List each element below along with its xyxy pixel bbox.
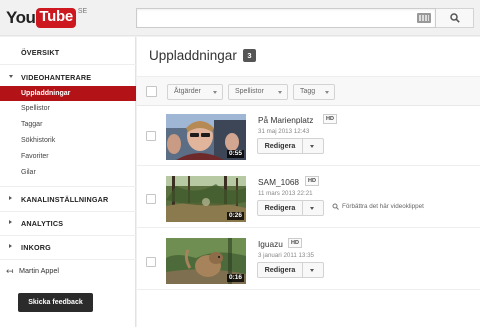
caret-down-icon [213,91,217,94]
video-title[interactable]: Iguazu [258,239,283,249]
video-duration: 0:26 [226,212,244,220]
video-row: 0:55 På Marienplatz HD 31 maj 2013 12:43… [137,107,480,166]
keyboard-icon[interactable] [417,13,431,23]
video-title[interactable]: På Marienplatz [258,115,313,125]
back-arrow-icon: ↤ [6,266,14,276]
hd-badge: HD [323,114,337,124]
video-date: 11 mars 2013 22:21 [258,190,313,197]
caret-down-icon [325,91,329,94]
hd-badge: HD [288,238,302,248]
sidebar-item-playlists[interactable]: Spellistor [0,105,136,112]
magnify-icon [332,203,339,210]
main-content: Uppladdningar 3 Åtgärder Spellistor Tagg [137,37,480,327]
video-date: 3 januari 2011 13:35 [258,252,314,259]
tags-label: Tagg [300,88,316,95]
edit-options-dropdown[interactable] [303,138,324,154]
send-feedback-button[interactable]: Skicka feedback [18,293,93,312]
sidebar-item-analytics[interactable]: ANALYTICS [0,219,136,228]
video-thumbnail[interactable]: 0:26 [166,176,246,222]
sidebar: ÖVERSIKT VIDEOHANTERARE Uppladdningar Sp… [0,37,136,327]
chevron-down-icon [9,75,13,78]
sidebar-item-channel-settings[interactable]: KANALINSTÄLLNINGAR [0,195,136,204]
logo-text-tube: Tube [36,8,76,28]
actions-dropdown[interactable]: Åtgärder [167,84,223,100]
youtube-logo[interactable]: You Tube SE [6,8,87,28]
video-row: 0:26 SAM_1068 HD 11 mars 2013 22:21 Redi… [137,169,480,228]
edit-button[interactable]: Redigera [257,262,303,278]
caret-down-icon [278,91,282,94]
video-date: 31 maj 2013 12:43 [258,128,310,135]
sidebar-item-inbox[interactable]: INKORG [0,243,136,252]
sidebar-item-label: INKORG [21,243,51,252]
sidebar-divider [0,211,136,212]
edit-button[interactable]: Redigera [257,200,303,216]
improve-video-link[interactable]: Förbättra det här videoklippet [342,203,424,210]
edit-options-dropdown[interactable] [303,262,324,278]
edit-options-dropdown[interactable] [303,200,324,216]
video-duration: 0:16 [226,274,244,282]
video-row: 0:16 Iguazu HD 3 januari 2011 13:35 Redi… [137,231,480,290]
sidebar-item-favorites[interactable]: Favoriter [0,153,136,160]
sidebar-item-likes[interactable]: Gilar [0,169,136,176]
playlists-label: Spellistor [235,88,264,95]
search-input[interactable] [136,8,436,28]
sidebar-item-label: ANALYTICS [21,219,64,228]
logo-region-label: SE [77,8,88,15]
user-name: Martin Appel [19,266,59,275]
chevron-right-icon [9,220,12,224]
sidebar-item-search-history[interactable]: Sökhistorik [0,137,136,144]
sidebar-item-label: KANALINSTÄLLNINGAR [21,195,109,204]
video-checkbox[interactable] [146,257,156,267]
sidebar-item-uploads[interactable]: Uppladdningar [0,86,136,101]
select-all-checkbox[interactable] [146,86,157,97]
chevron-right-icon [9,196,12,200]
hd-badge: HD [305,176,319,186]
logo-text-you: You [6,8,36,27]
sidebar-item-tags[interactable]: Taggar [0,121,136,128]
video-thumbnail[interactable]: 0:16 [166,238,246,284]
chevron-right-icon [9,244,12,248]
sidebar-item-label: VIDEOHANTERARE [21,73,92,82]
actions-label: Åtgärder [174,88,201,95]
sidebar-divider [0,186,136,187]
sidebar-item-video-manager[interactable]: VIDEOHANTERARE [0,73,136,82]
sidebar-divider [0,235,136,236]
search-icon [450,13,460,23]
search-button[interactable] [436,8,474,28]
sidebar-divider [0,259,136,260]
video-thumbnail[interactable]: 0:55 [166,114,246,160]
bulk-action-toolbar: Åtgärder Spellistor Tagg [137,76,480,106]
sidebar-item-overview[interactable]: ÖVERSIKT [0,48,136,57]
video-checkbox[interactable] [146,131,156,141]
edit-button[interactable]: Redigera [257,138,303,154]
page-title: Uppladdningar [149,48,237,63]
masthead: You Tube SE [0,0,480,36]
playlists-dropdown[interactable]: Spellistor [228,84,288,100]
uploads-count-badge: 3 [243,49,256,62]
sidebar-divider [0,64,136,65]
tags-dropdown[interactable]: Tagg [293,84,335,100]
video-checkbox[interactable] [146,194,156,204]
video-duration: 0:55 [226,150,244,158]
video-title[interactable]: SAM_1068 [258,177,299,187]
